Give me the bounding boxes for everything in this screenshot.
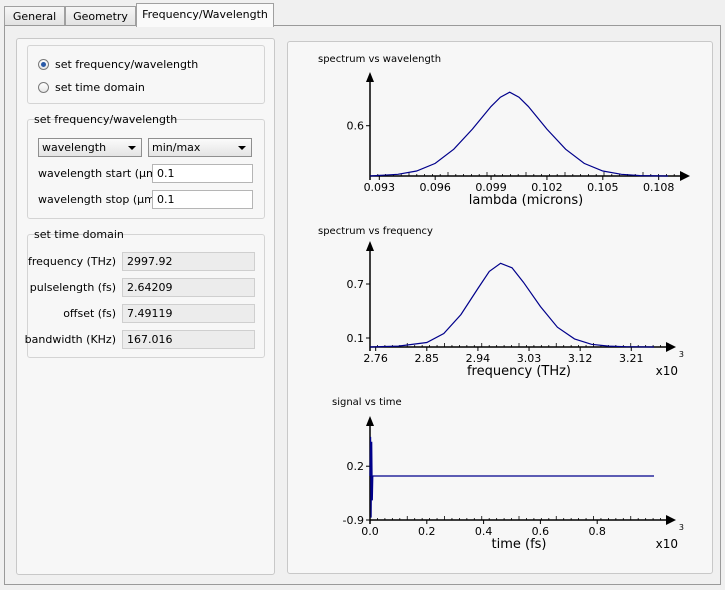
y-tick-label: 0.6 — [347, 120, 365, 133]
x-axis-label: frequency (THz) — [467, 364, 571, 379]
tab-frequency-wavelength[interactable]: Frequency/Wavelength — [136, 3, 274, 27]
bandwidth-readonly-field: 167.016 — [122, 330, 255, 349]
y-tick-label: 0.1 — [347, 332, 365, 345]
x-axis-arrow-icon — [666, 515, 676, 525]
x-tick-label: 0.105 — [587, 181, 619, 194]
radio-checked-icon — [38, 58, 49, 70]
settings-panel: set frequency/wavelength set time domain… — [16, 38, 275, 575]
y-tick-label: 0.7 — [347, 278, 365, 291]
radio-set-frequency[interactable]: set frequency/wavelength — [38, 56, 198, 72]
frequency-readonly-field: 2997.92 — [122, 252, 255, 271]
y-tick-label: -0.9 — [343, 514, 364, 527]
radio-set-frequency-label: set frequency/wavelength — [55, 57, 199, 71]
chart-title: signal vs time — [332, 397, 402, 408]
x-tick-label: 0.2 — [418, 525, 436, 538]
x-axis-arrow-icon — [666, 342, 676, 352]
radio-set-time-domain[interactable]: set time domain — [38, 79, 145, 95]
pulselength-label: pulselength (fs) — [29, 281, 116, 294]
wavelength-start-input[interactable]: 0.1 — [152, 164, 253, 183]
x-axis-label: time (fs) — [492, 537, 547, 552]
x-tick-label: 0.8 — [588, 525, 606, 538]
radio-unchecked-icon — [38, 81, 49, 93]
x-tick-label: 3.21 — [619, 352, 644, 365]
bandwidth-label: bandwidth (KHz) — [24, 333, 116, 346]
quantity-dropdown-value: wavelength — [42, 141, 107, 154]
x-tick-label: 0.108 — [643, 181, 675, 194]
x-axis-label: lambda (microns) — [469, 193, 583, 208]
y-axis-arrow-icon — [366, 72, 374, 82]
time-domain-group: set time domain frequency (THz) 2997.92 … — [24, 228, 265, 358]
chevron-down-icon — [238, 146, 246, 150]
tab-page: set frequency/wavelength set time domain… — [4, 25, 721, 585]
range-mode-dropdown-value: min/max — [152, 141, 201, 154]
frequency-label: frequency (THz) — [27, 255, 116, 268]
radio-set-time-domain-label: set time domain — [55, 80, 145, 94]
series-line — [369, 262, 655, 348]
frequency-group: set frequency/wavelength wavelength min/… — [27, 113, 265, 219]
x-multiplier-label: x10 — [656, 537, 678, 551]
chart-title: spectrum vs wavelength — [318, 54, 441, 65]
x-axis-arrow-icon — [680, 171, 690, 181]
wavelength-stop-label: wavelength stop (µm) — [38, 193, 160, 206]
x-multiplier-exponent: 3 — [679, 523, 684, 532]
tab-general[interactable]: General — [4, 6, 65, 25]
range-mode-dropdown[interactable]: min/max — [148, 138, 252, 157]
y-axis-arrow-icon — [366, 241, 374, 251]
x-multiplier-exponent: 3 — [679, 350, 684, 359]
x-tick-label: 0.093 — [364, 181, 396, 194]
series-line — [369, 436, 654, 518]
x-tick-label: 3.12 — [568, 352, 593, 365]
pulselength-readonly-field: 2.64209 — [122, 278, 255, 297]
x-tick-label: 0.4 — [475, 525, 493, 538]
wavelength-stop-input[interactable]: 0.1 — [152, 190, 253, 209]
frequency-group-title: set frequency/wavelength — [34, 113, 178, 126]
x-multiplier-label: x10 — [656, 364, 678, 378]
x-tick-label: 0.096 — [419, 181, 451, 194]
offset-label: offset (fs) — [63, 307, 116, 320]
plots-canvas: spectrum vs wavelength0.093 0.096 0.099 0.1… — [318, 54, 690, 552]
chevron-down-icon — [128, 146, 136, 150]
quantity-dropdown[interactable]: wavelength — [38, 138, 142, 157]
y-axis-arrow-icon — [366, 416, 374, 426]
offset-readonly-field: 7.49119 — [122, 304, 255, 323]
x-tick-label: 2.85 — [415, 352, 440, 365]
y-tick-label: 0.2 — [347, 460, 365, 473]
x-tick-label: 2.76 — [363, 352, 388, 365]
mode-group: set frequency/wavelength set time domain — [27, 45, 265, 104]
tab-geometry[interactable]: Geometry — [65, 6, 136, 25]
plots-panel: spectrum vs wavelength 0.093 0.096 0.099 0.1… — [287, 41, 713, 574]
series-line — [369, 91, 669, 177]
chart-title: spectrum vs frequency — [318, 226, 433, 237]
wavelength-start-label: wavelength start (µm) — [38, 167, 161, 180]
time-domain-group-title: set time domain — [34, 228, 124, 241]
